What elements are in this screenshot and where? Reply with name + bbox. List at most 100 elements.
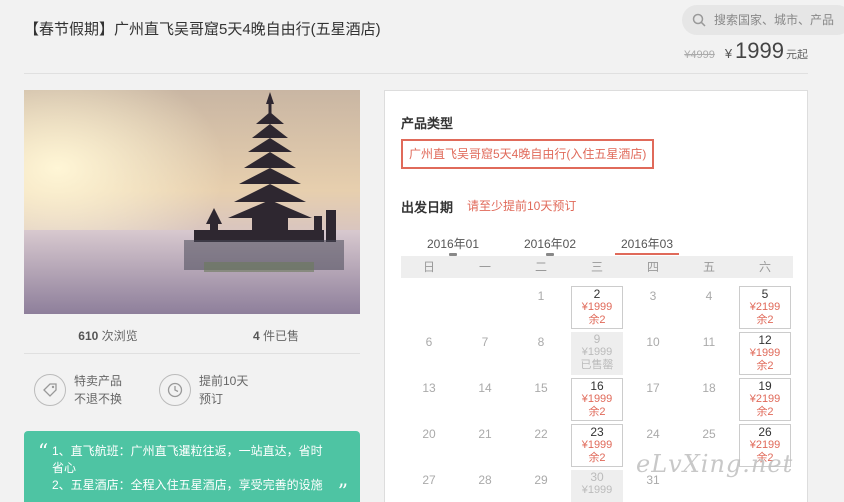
- product-type-heading: 产品类型: [401, 116, 454, 131]
- header-divider: [24, 73, 808, 74]
- clock-icon: [159, 374, 191, 406]
- calendar-day-20: 20: [401, 424, 457, 470]
- highlights-box: “ 1、直飞航班：广州直飞暹粒往返，一站直达，省时省心 2、五星酒店：全程入住五…: [24, 431, 360, 502]
- day-number: 15: [534, 381, 548, 395]
- calendar-day-23[interactable]: 23 ¥1999 余2: [569, 424, 625, 470]
- calendar-day-30: 30 ¥1999: [569, 470, 625, 502]
- day-number: 14: [478, 381, 492, 395]
- highlight-line: 2、五星酒店：全程入住五星酒店，享受完善的设施: [52, 478, 323, 492]
- price-suffix: 元起: [786, 49, 808, 61]
- calendar-day-12[interactable]: 12 ¥1999 余2: [737, 332, 793, 378]
- day-number: 7: [481, 335, 489, 349]
- day-number: 18: [702, 381, 716, 395]
- day-number: 6: [425, 335, 433, 349]
- currency-symbol: ¥: [724, 46, 733, 61]
- calendar-day-13: 13: [401, 378, 457, 424]
- calendar-day-27: 27: [401, 470, 457, 502]
- day-price: ¥2199: [749, 301, 781, 313]
- booking-panel: 产品类型 广州直飞吴哥窟5天4晚自由行(入住五星酒店) 出发日期 请至少提前10…: [384, 90, 808, 502]
- day-number: 5: [761, 287, 769, 301]
- day-number: 16: [590, 379, 604, 393]
- day-number: 27: [422, 473, 436, 487]
- day-number: 2: [593, 287, 601, 301]
- feature-special-sale: 特卖产品 不退不换: [34, 372, 149, 408]
- views-stat: 610 次浏览: [78, 329, 138, 343]
- day-price: ¥1999: [581, 301, 613, 313]
- feature-list: 特卖产品 不退不换 提前10天 预订: [24, 372, 360, 408]
- search-icon: [692, 13, 706, 27]
- current-price: 1999: [735, 38, 784, 63]
- calendar-day-15: 15: [513, 378, 569, 424]
- day-stock: 已售罄: [580, 359, 614, 371]
- day-stock: 余2: [756, 406, 774, 418]
- search-input[interactable]: [714, 13, 844, 27]
- month-tabs: 2016年01 2016年02 2016年03: [401, 235, 793, 257]
- tab-month-2016-01[interactable]: 2016年01: [421, 235, 485, 256]
- day-number: 24: [646, 427, 660, 441]
- calendar-day-22: 22: [513, 424, 569, 470]
- day-number: 21: [478, 427, 492, 441]
- day-price: ¥1999: [581, 484, 613, 496]
- day-number: 1: [537, 289, 545, 303]
- departure-date-heading: 出发日期: [401, 200, 454, 215]
- product-type-option[interactable]: 广州直飞吴哥窟5天4晚自由行(入住五星酒店): [401, 139, 655, 169]
- calendar-day-5[interactable]: 5 ¥2199 余2: [737, 286, 793, 332]
- day-number: 26: [758, 425, 772, 439]
- weekday-header: 日 一 二 三 四 五 六: [401, 256, 793, 278]
- calendar-day-19[interactable]: 19 ¥2199 余2: [737, 378, 793, 424]
- search-box[interactable]: [682, 5, 844, 35]
- watermark: eLvXing.net: [636, 450, 794, 478]
- calendar-week-row: 13 14 15 16 ¥1999 余2 17 18 19 ¥2199 余2: [401, 378, 793, 424]
- calendar-day-6: 6: [401, 332, 457, 378]
- calendar-day-3: 3: [625, 286, 681, 332]
- open-quote-icon: “: [38, 439, 49, 463]
- day-number: 11: [702, 335, 716, 349]
- calendar-day-14: 14: [457, 378, 513, 424]
- day-number: 29: [534, 473, 548, 487]
- day-number: 19: [758, 379, 772, 393]
- calendar-day-7: 7: [457, 332, 513, 378]
- day-number: 25: [702, 427, 716, 441]
- day-number: 3: [649, 289, 657, 303]
- product-photo[interactable]: [24, 90, 360, 314]
- tab-month-2016-03[interactable]: 2016年03: [615, 235, 679, 255]
- calendar-day-9: 9 ¥1999 已售罄: [569, 332, 625, 378]
- day-stock: 余2: [588, 314, 606, 326]
- day-number: 30: [590, 470, 604, 484]
- tag-icon: [34, 374, 66, 406]
- day-price: ¥1999: [581, 346, 613, 358]
- calendar-day-8: 8: [513, 332, 569, 378]
- day-stock: 余2: [588, 406, 606, 418]
- day-number: 28: [478, 473, 492, 487]
- day-number: 4: [705, 289, 713, 303]
- calendar-day-17: 17: [625, 378, 681, 424]
- feature-advance-booking: 提前10天 预订: [159, 372, 274, 408]
- day-price: ¥1999: [749, 347, 781, 359]
- calendar-day-29: 29: [513, 470, 569, 502]
- close-quote-icon: ”: [337, 479, 348, 502]
- calendar-day-1: 1: [513, 286, 569, 332]
- calendar-day-11: 11: [681, 332, 737, 378]
- tab-month-2016-02[interactable]: 2016年02: [518, 235, 582, 256]
- day-number: 13: [422, 381, 436, 395]
- calendar-day-16[interactable]: 16 ¥1999 余2: [569, 378, 625, 424]
- calendar-day-4: 4: [681, 286, 737, 332]
- day-stock: 余2: [756, 360, 774, 372]
- calendar-day-21: 21: [457, 424, 513, 470]
- calendar-day-18: 18: [681, 378, 737, 424]
- calendar-day-28: 28: [457, 470, 513, 502]
- day-number: 8: [537, 335, 545, 349]
- stats-bar: 610 次浏览 4 件已售: [24, 324, 360, 354]
- day-price: ¥2199: [749, 393, 781, 405]
- day-price: ¥1999: [581, 439, 613, 451]
- calendar-day-10: 10: [625, 332, 681, 378]
- product-title: 【春节假期】广州直飞吴哥窟5天4晚自由行(五星酒店): [24, 21, 381, 38]
- calendar-empty-cell: [457, 286, 513, 332]
- day-number: 23: [590, 425, 604, 439]
- highlight-line: 1、直飞航班：广州直飞暹粒往返，一站直达，省时省心: [52, 444, 323, 475]
- day-number: 10: [646, 335, 660, 349]
- day-number: 12: [758, 333, 772, 347]
- calendar-day-2[interactable]: 2 ¥1999 余2: [569, 286, 625, 332]
- calendar-week-row: 6 7 8 9 ¥1999 已售罄 10 11 12 ¥1999 余2: [401, 332, 793, 378]
- day-number: 20: [422, 427, 436, 441]
